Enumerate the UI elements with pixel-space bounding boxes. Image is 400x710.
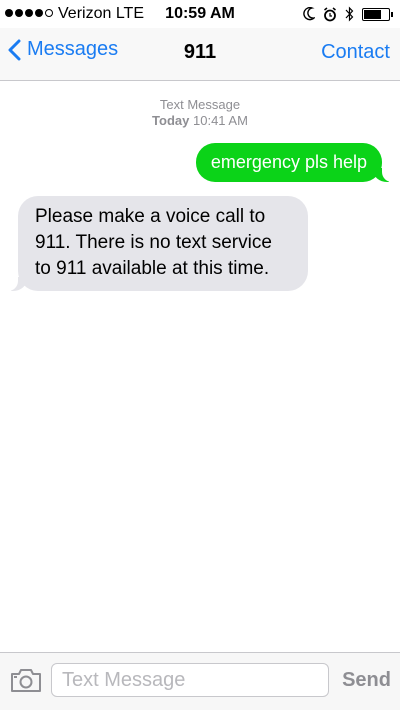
navigation-bar: Messages 911 Contact	[0, 28, 400, 81]
message-type-label: Text Message	[159, 97, 241, 112]
send-button[interactable]: Send	[342, 669, 391, 692]
message-input-bar: Send	[0, 652, 400, 710]
timestamp-time: 10:41 AM	[193, 113, 248, 128]
battery-icon	[362, 7, 393, 21]
camera-icon	[11, 669, 41, 692]
message-thread[interactable]: Text Message Today 10:41 AM emergency pl…	[0, 81, 400, 653]
moon-icon	[303, 7, 315, 21]
camera-button[interactable]	[10, 668, 42, 698]
received-message-bubble[interactable]: Please make a voice call to 911. There i…	[2, 196, 308, 291]
battery-fill	[364, 9, 382, 19]
bluetooth-icon	[345, 6, 354, 22]
battery-nub	[391, 11, 393, 17]
status-bar: Verizon LTE 10:59 AM	[0, 0, 400, 28]
message-timestamp: Text Message Today 10:41 AM	[0, 97, 400, 129]
received-message-text: Please make a voice call to 911. There i…	[35, 206, 272, 279]
timestamp-day: Today	[152, 113, 190, 128]
timestamp-row: Today 10:41 AM	[0, 113, 400, 129]
alarm-icon	[324, 6, 336, 21]
sent-message-text: emergency pls help	[210, 152, 367, 172]
contact-button[interactable]: Contact	[321, 41, 390, 64]
message-input-field[interactable]	[51, 663, 329, 697]
sent-message-bubble[interactable]: emergency pls help	[195, 143, 399, 182]
status-icons	[303, 4, 393, 24]
